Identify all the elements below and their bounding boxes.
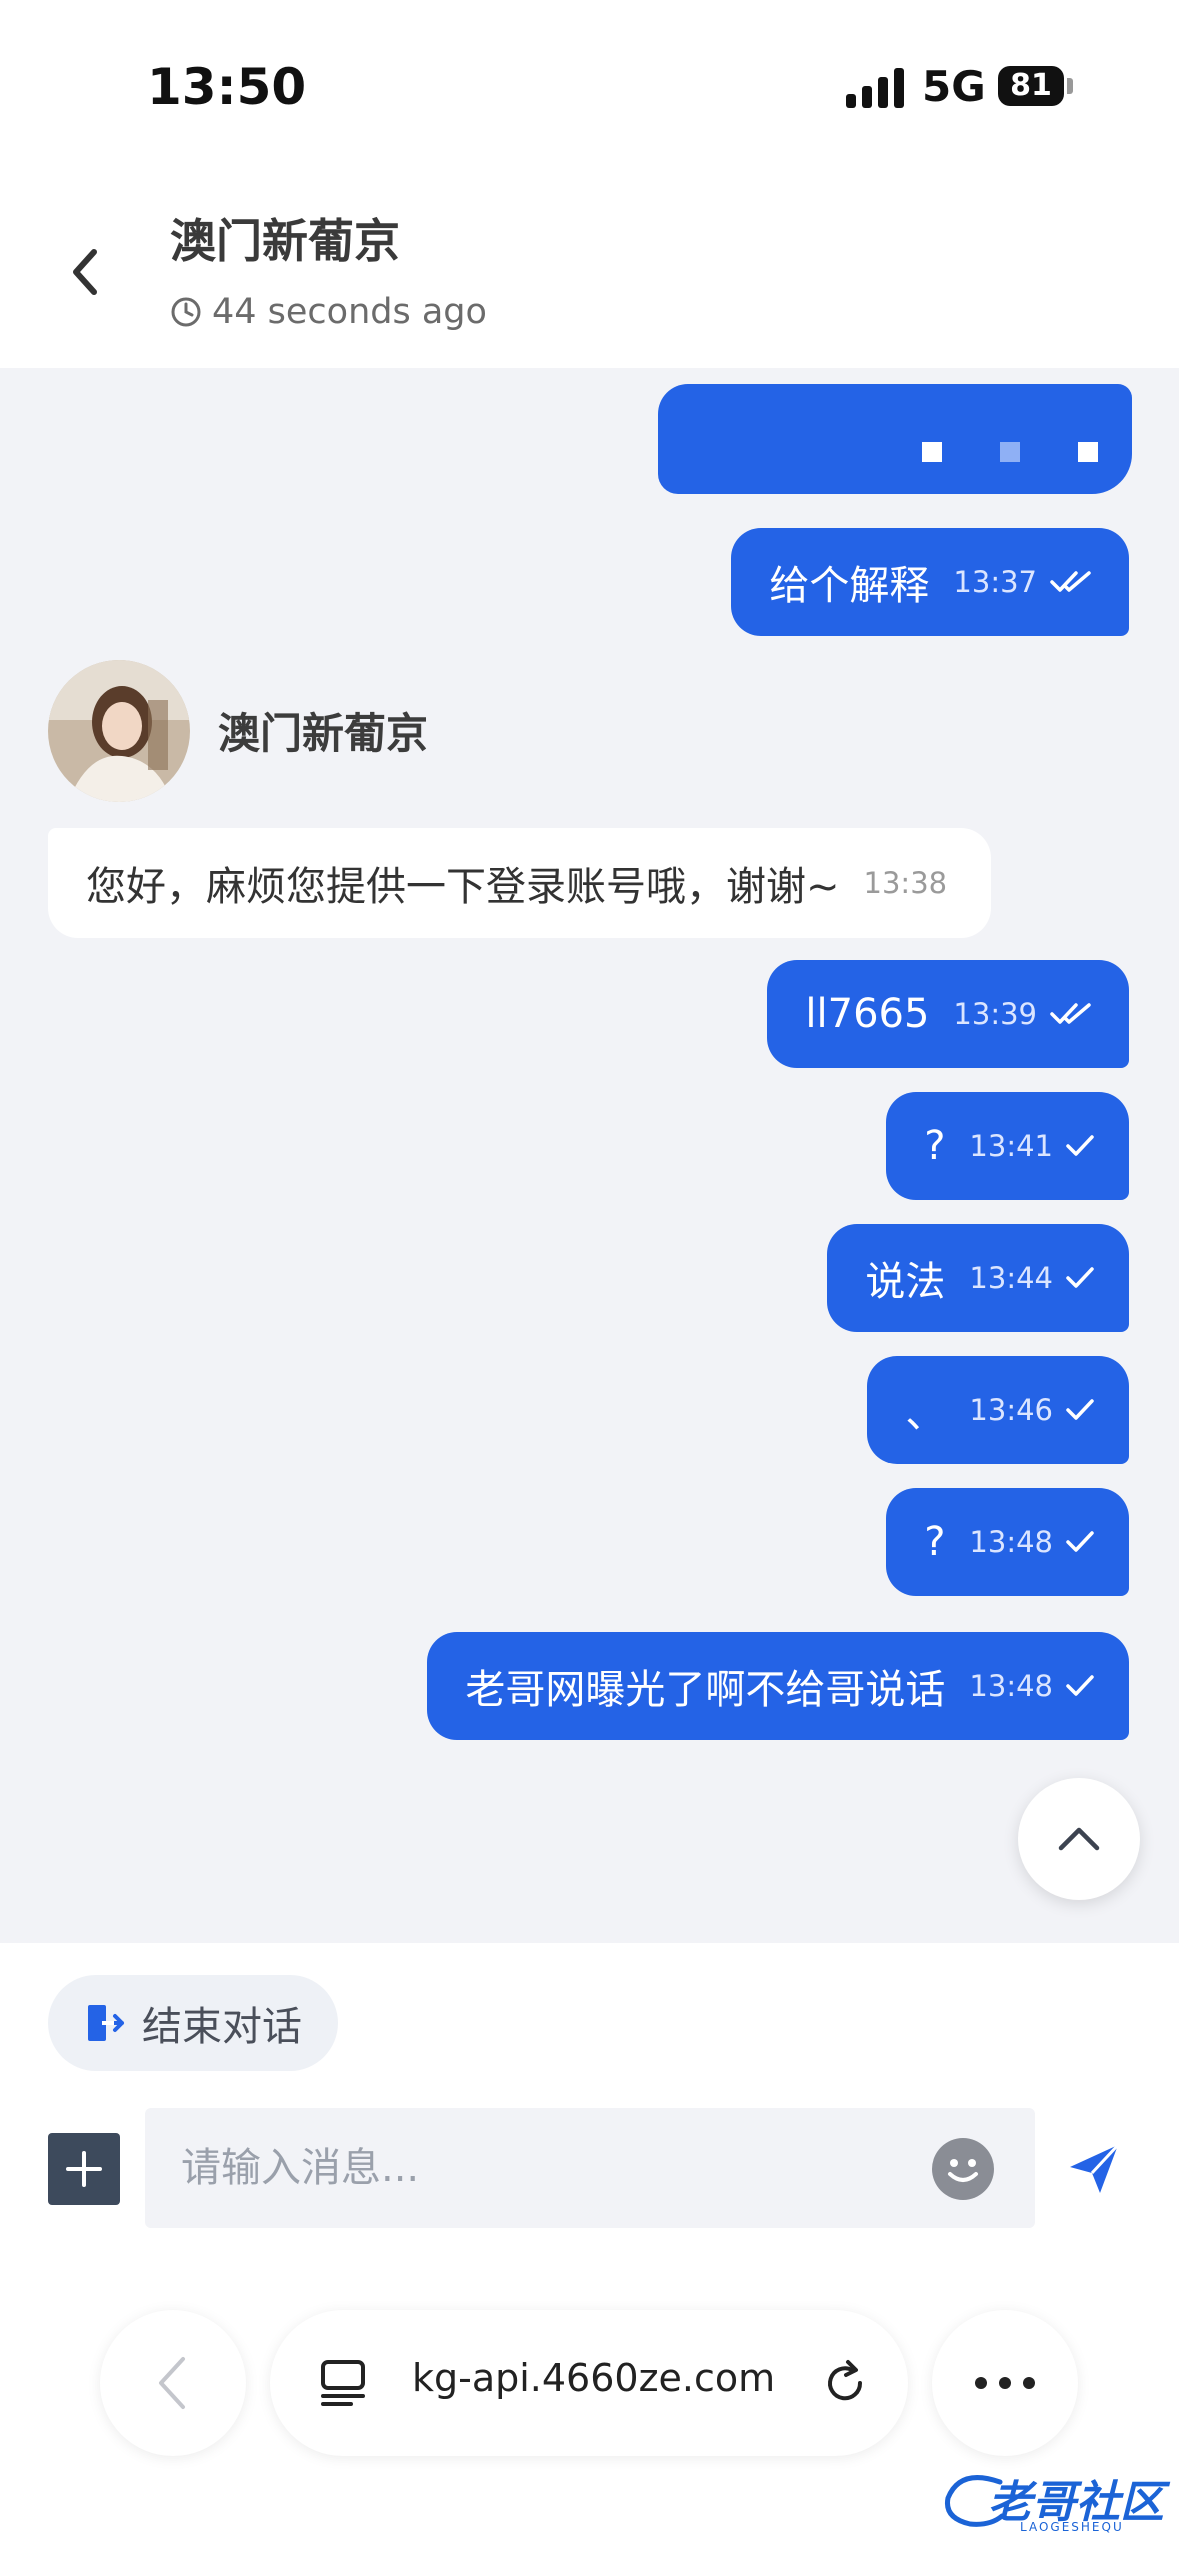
message-outgoing[interactable]: 老哥网曝光了啊不给哥说话 13:48 — [427, 1632, 1129, 1740]
message-outgoing[interactable]: 给个解释 13:37 — [731, 528, 1129, 636]
sender-name: 澳门新葡京 — [218, 709, 429, 758]
message-time: 13:39 — [953, 997, 1037, 1031]
message-text: ? — [924, 1519, 946, 1565]
exit-icon — [88, 2005, 124, 2041]
redacted-message — [658, 384, 1132, 494]
message-time: 13:46 — [969, 1393, 1053, 1427]
signal-icon — [846, 66, 906, 108]
more-button[interactable] — [932, 2310, 1078, 2456]
message-outgoing[interactable]: 、 13:46 — [867, 1356, 1129, 1464]
tabs-icon — [321, 2360, 365, 2406]
emoji-button[interactable] — [932, 2138, 994, 2200]
message-outgoing[interactable]: ll7665 13:39 — [767, 960, 1129, 1068]
status-time: 13:50 — [147, 58, 307, 116]
watermark-subtext: LAOGESHEQU — [1020, 2520, 1124, 2534]
url-bar[interactable]: kg-api.4660ze.com — [270, 2310, 908, 2456]
message-time: 13:44 — [969, 1261, 1053, 1295]
message-outgoing[interactable]: 说法 13:44 — [827, 1224, 1129, 1332]
single-check-icon — [1065, 1673, 1095, 1699]
send-icon — [1070, 2143, 1120, 2193]
end-chat-label: 结束对话 — [142, 2004, 302, 2050]
browser-back-button[interactable] — [100, 2310, 246, 2456]
url-text: kg-api.4660ze.com — [412, 2356, 776, 2400]
single-check-icon — [1065, 1265, 1095, 1291]
message-text: 老哥网曝光了啊不给哥说话 — [465, 1667, 946, 1713]
battery-icon: 81 — [998, 66, 1064, 106]
smiley-icon — [948, 2159, 978, 2182]
back-chevron-icon — [73, 249, 97, 295]
single-check-icon — [1065, 1133, 1095, 1159]
message-text: 您好，麻烦您提供一下登录账号哦，谢谢~ — [86, 864, 840, 910]
single-check-icon — [1065, 1529, 1095, 1555]
double-check-icon — [1049, 1001, 1095, 1027]
message-text: 、 — [905, 1391, 946, 1437]
attach-button[interactable] — [48, 2133, 120, 2205]
message-time: 13:48 — [969, 1669, 1053, 1703]
message-text: 说法 — [865, 1259, 946, 1305]
double-check-icon — [1049, 569, 1095, 595]
message-incoming[interactable]: 您好，麻烦您提供一下登录账号哦，谢谢~ 13:38 — [48, 828, 992, 938]
last-seen: 44 seconds ago — [170, 292, 487, 332]
battery-tip — [1067, 78, 1073, 94]
reload-icon[interactable] — [818, 2356, 872, 2410]
single-check-icon — [1065, 1397, 1095, 1423]
send-button[interactable] — [1064, 2139, 1124, 2199]
message-text: 给个解释 — [769, 563, 930, 609]
plus-icon — [66, 2151, 102, 2187]
message-time: 13:41 — [969, 1129, 1053, 1163]
chevron-up-icon — [1058, 1827, 1100, 1851]
watermark-logo: 老哥社区 LAOGESHEQU — [940, 2462, 1164, 2538]
network-type: 5G — [922, 62, 986, 111]
message-time: 13:37 — [953, 565, 1037, 599]
message-time: 13:48 — [969, 1525, 1053, 1559]
message-outgoing[interactable]: ? 13:41 — [886, 1092, 1129, 1200]
back-button[interactable] — [58, 240, 114, 304]
back-chevron-icon — [159, 2357, 185, 2409]
clock-icon — [171, 297, 201, 327]
more-icon — [975, 2377, 1035, 2389]
top-bar: 13:50 5G 81 澳门新葡京 44 seconds ago — [0, 0, 1179, 368]
message-outgoing[interactable]: ? 13:48 — [886, 1488, 1129, 1596]
page-title: 澳门新葡京 — [170, 214, 400, 268]
message-text: ll7665 — [805, 991, 930, 1037]
message-text: ? — [924, 1123, 946, 1169]
last-seen-text: 44 seconds ago — [212, 292, 487, 332]
message-time: 13:38 — [863, 866, 948, 900]
message-input[interactable] — [145, 2108, 1035, 2228]
avatar[interactable] — [48, 660, 190, 802]
end-chat-button[interactable]: 结束对话 — [48, 1975, 338, 2071]
scroll-to-top-button[interactable] — [1018, 1778, 1140, 1900]
chat-area[interactable]: 给个解释 13:37 澳门新葡京 您好，麻烦您提供一下登录账号哦，谢谢~ 13:… — [0, 368, 1179, 1943]
